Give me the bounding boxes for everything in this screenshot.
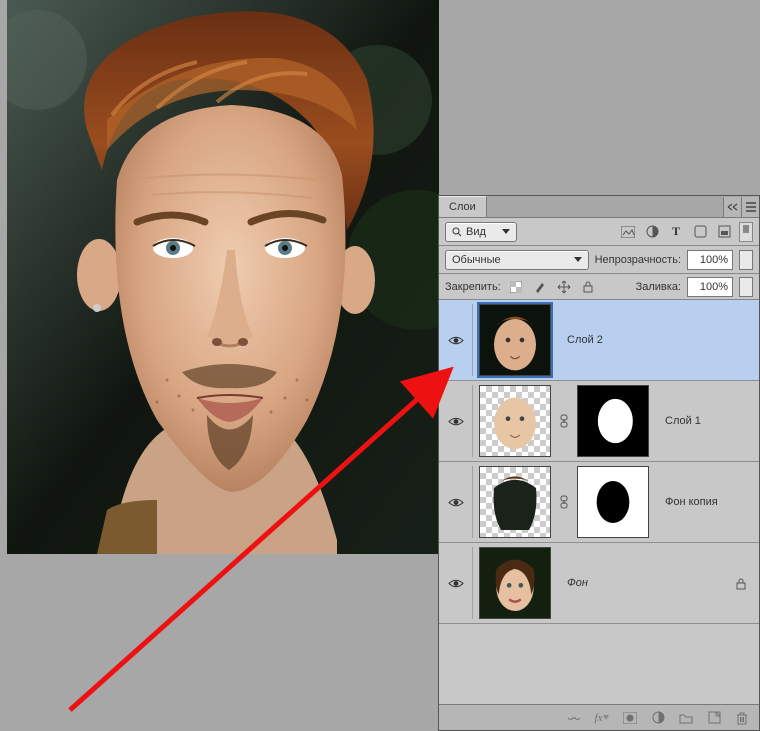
opacity-label: Непрозрачность: — [595, 254, 681, 266]
layer-thumbnail[interactable] — [479, 547, 551, 619]
panel-filter-bar: Вид T — [439, 218, 759, 246]
layer-row[interactable]: Слой 1 — [439, 381, 759, 462]
link-icon[interactable] — [557, 413, 571, 429]
layer-name[interactable]: Слой 2 — [557, 334, 603, 346]
smart-filter-icon[interactable] — [715, 223, 733, 241]
mask-thumbnail[interactable] — [577, 385, 649, 457]
eye-icon[interactable] — [448, 578, 464, 589]
layer-row[interactable]: Слой 2 — [439, 300, 759, 381]
layer-name[interactable]: Фон копия — [655, 496, 718, 508]
blend-mode-value: Обычные — [452, 254, 501, 266]
lock-label: Закрепить: — [445, 281, 501, 293]
blend-opacity-row: Обычные Непрозрачность: 100% — [439, 246, 759, 274]
tab-layers[interactable]: Слои — [439, 196, 487, 217]
kind-filter-label: Вид — [466, 226, 486, 238]
lock-fill-row: Закрепить: Заливка: 100% — [439, 274, 759, 300]
collapse-icon[interactable] — [723, 197, 741, 217]
layer-row[interactable]: Фон — [439, 543, 759, 624]
lock-badge-icon — [735, 577, 747, 590]
eye-icon[interactable] — [448, 497, 464, 508]
layer-thumbnail[interactable] — [479, 466, 551, 538]
eye-icon[interactable] — [448, 335, 464, 346]
lock-move-icon[interactable] — [555, 278, 573, 296]
document-canvas[interactable] — [7, 0, 439, 554]
panel-menu-icon[interactable] — [741, 197, 759, 217]
eye-icon[interactable] — [448, 416, 464, 427]
fill-flyout-button[interactable] — [739, 277, 753, 297]
lock-all-icon[interactable] — [579, 278, 597, 296]
type-filter-icon[interactable]: T — [667, 223, 685, 241]
panel-tabbar: Слои — [439, 196, 759, 218]
chevron-down-icon — [574, 257, 582, 262]
fill-value: 100% — [700, 281, 728, 293]
layer-name[interactable]: Фон — [557, 577, 588, 589]
adjust-filter-icon[interactable] — [643, 223, 661, 241]
kind-filter-select[interactable]: Вид — [445, 222, 517, 242]
blend-mode-select[interactable]: Обычные — [445, 250, 589, 270]
layer-thumbnail[interactable] — [479, 304, 551, 376]
lock-transparent-icon[interactable] — [507, 278, 525, 296]
mask-thumbnail[interactable] — [577, 466, 649, 538]
opacity-input[interactable]: 100% — [687, 250, 733, 270]
adjustment-icon[interactable] — [649, 709, 667, 727]
mask-icon[interactable] — [621, 709, 639, 727]
opacity-flyout-button[interactable] — [739, 250, 753, 270]
new-layer-icon[interactable] — [705, 709, 723, 727]
group-icon[interactable] — [677, 709, 695, 727]
trash-icon[interactable] — [733, 709, 751, 727]
layers-list: Слой 2 Слой 1 — [439, 300, 759, 704]
link-icon[interactable] — [557, 494, 571, 510]
layer-row[interactable]: Фон копия — [439, 462, 759, 543]
fill-input[interactable]: 100% — [687, 277, 733, 297]
layer-thumbnail[interactable] — [479, 385, 551, 457]
panel-bottombar: fx — [439, 704, 759, 730]
layer-name[interactable]: Слой 1 — [655, 415, 701, 427]
lock-paint-icon[interactable] — [531, 278, 549, 296]
tab-label: Слои — [449, 201, 476, 213]
fx-icon[interactable]: fx — [593, 709, 611, 727]
opacity-value: 100% — [700, 254, 728, 266]
chevron-down-icon — [502, 229, 510, 234]
fill-label: Заливка: — [636, 281, 681, 293]
shape-filter-icon[interactable] — [691, 223, 709, 241]
filter-toggle-icon[interactable] — [739, 222, 753, 242]
image-filter-icon[interactable] — [619, 223, 637, 241]
link-icon[interactable] — [565, 709, 583, 727]
layers-panel: Слои Вид T Обычные Непрозрачность: 100% … — [438, 195, 760, 731]
search-icon — [452, 227, 462, 237]
